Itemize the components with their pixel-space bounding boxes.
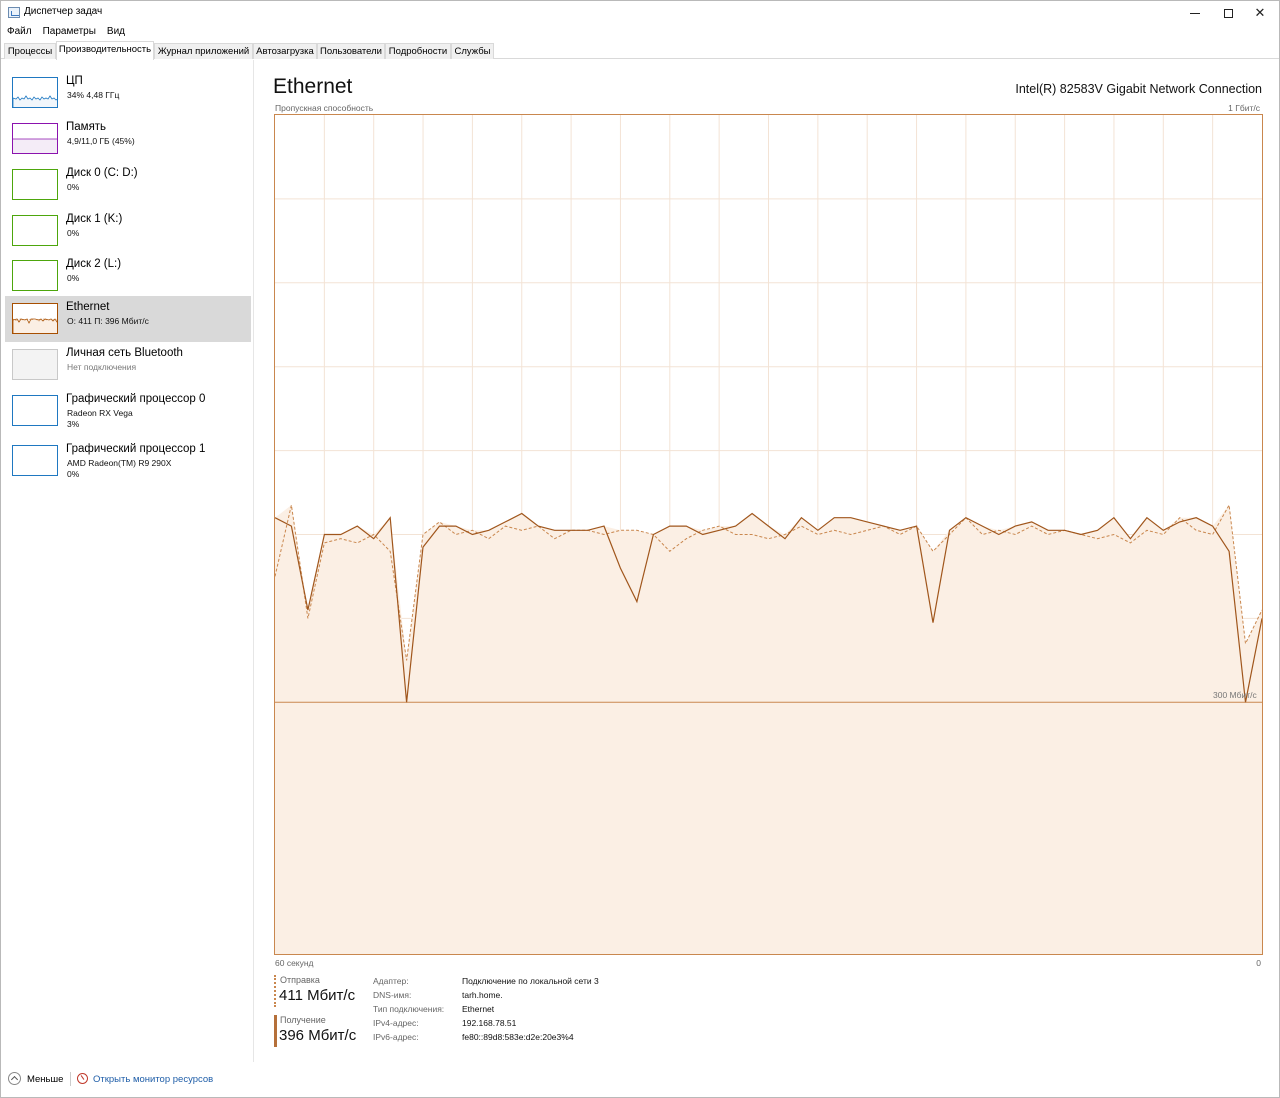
resource-monitor-icon[interactable]	[77, 1073, 88, 1084]
resource-detail: 0%	[67, 228, 80, 238]
maximize-icon	[1223, 8, 1233, 18]
disk-thumbnail	[12, 215, 58, 246]
performance-detail: Ethernet Intel(R) 82583V Gigabit Network…	[255, 60, 1279, 1062]
close-icon: ✕	[1254, 5, 1266, 20]
send-stat: Отправка 411 Мбит/с	[274, 975, 374, 1007]
resource-disk-1[interactable]: Диск 1 (K:) 0%	[5, 208, 251, 254]
window-title: Диспетчер задач	[24, 6, 103, 17]
gpu-thumbnail	[12, 445, 58, 476]
throughput-graph	[274, 114, 1263, 955]
close-button[interactable]: ✕	[1241, 1, 1279, 25]
resource-detail: 0%	[67, 182, 80, 192]
send-label: Отправка	[280, 975, 320, 985]
footer-divider	[70, 1072, 71, 1086]
cpu-thumbnail	[12, 77, 58, 108]
resource-name: Личная сеть Bluetooth	[66, 347, 183, 359]
dns-value: tarh.home.	[462, 990, 503, 1000]
reference-line-label: 300 Мбит/с	[1213, 690, 1257, 700]
menu-view[interactable]: Вид	[101, 25, 130, 41]
dns-label: DNS-имя:	[373, 990, 412, 1000]
tab-performance[interactable]: Производительность	[56, 41, 154, 60]
resource-name: Память	[66, 121, 107, 133]
menu-options[interactable]: Параметры	[37, 25, 101, 41]
resource-detail: Нет подключения	[67, 362, 137, 372]
footer-bar: Меньше Открыть монитор ресурсов	[1, 1062, 1279, 1097]
resource-ethernet[interactable]: Ethernet О: 411 П: 396 Мбит/с	[5, 296, 251, 342]
open-resource-monitor-link[interactable]: Открыть монитор ресурсов	[93, 1074, 213, 1085]
receive-label: Получение	[280, 1015, 326, 1025]
tab-startup[interactable]: Автозагрузка	[253, 43, 317, 59]
resource-memory[interactable]: Память 4,9/11,0 ГБ (45%)	[5, 116, 251, 162]
throughput-chart	[275, 115, 1262, 954]
ethernet-thumbnail	[12, 303, 58, 334]
ipv6-label: IPv6-адрес:	[373, 1032, 419, 1042]
task-manager-icon	[8, 7, 20, 18]
resource-detail: О: 411 П: 396 Мбит/с	[67, 316, 149, 326]
resource-name: Графический процессор 0	[66, 393, 206, 405]
title-bar: Диспетчер задач ✕	[1, 1, 1279, 25]
connection-type-label: Тип подключения:	[373, 1004, 445, 1014]
resource-name: Диск 1 (K:)	[66, 213, 123, 225]
disk-thumbnail	[12, 169, 58, 200]
ipv6-value: fe80::89d8:583e:d2e:20e3%4	[462, 1032, 574, 1042]
connection-type-value: Ethernet	[462, 1004, 495, 1014]
adapter-name: Intel(R) 82583V Gigabit Network Connecti…	[1015, 82, 1262, 96]
resource-cpu[interactable]: ЦП 34% 4,48 ГГц	[5, 70, 251, 116]
tab-users[interactable]: Пользователи	[317, 43, 385, 59]
resource-usage: 3%	[67, 419, 80, 429]
resource-disk-0[interactable]: Диск 0 (C: D:) 0%	[5, 162, 251, 208]
receive-value: 396 Мбит/с	[279, 1027, 357, 1044]
resource-usage: 0%	[67, 469, 80, 479]
menu-file[interactable]: Файл	[1, 25, 37, 41]
capacity-label: Пропускная способность	[275, 103, 374, 113]
tab-strip: Процессы Производительность Журнал прило…	[1, 41, 1279, 60]
tab-details[interactable]: Подробности	[385, 43, 451, 59]
memory-thumbnail	[12, 123, 58, 154]
resource-name: Ethernet	[66, 301, 110, 313]
adapter-value: Подключение по локальной сети 3	[462, 976, 599, 986]
page-title: Ethernet	[273, 75, 353, 98]
resource-list: ЦП 34% 4,48 ГГц Память 4,9/11,0 ГБ (45%)…	[1, 60, 254, 1062]
resource-name: Диск 2 (L:)	[66, 258, 122, 270]
ipv4-label: IPv4-адрес:	[373, 1018, 419, 1028]
resource-name: ЦП	[66, 75, 83, 87]
resource-disk-2[interactable]: Диск 2 (L:) 0%	[5, 253, 251, 299]
gpu-thumbnail	[12, 395, 58, 426]
receive-stat: Получение 396 Мбит/с	[274, 1015, 374, 1047]
fewer-details-link[interactable]: Меньше	[27, 1074, 63, 1085]
ipv4-value: 192.168.78.51	[462, 1018, 517, 1028]
task-manager-window: Диспетчер задач ✕ Файл Параметры Вид Про…	[0, 0, 1280, 1098]
resource-detail: Radeon RX Vega	[67, 408, 133, 418]
send-legend-marker	[274, 975, 277, 1007]
resource-bluetooth[interactable]: Личная сеть Bluetooth Нет подключения	[5, 342, 251, 388]
resource-name: Диск 0 (C: D:)	[66, 167, 138, 179]
throughput-area	[275, 505, 1262, 954]
time-axis-end: 0	[1256, 958, 1261, 968]
minimize-icon	[1190, 12, 1200, 14]
resource-gpu-0[interactable]: Графический процессор 0 Radeon RX Vega 3…	[5, 388, 251, 438]
capacity-max: 1 Гбит/с	[1228, 103, 1260, 113]
resource-detail: 34% 4,48 ГГц	[67, 90, 120, 100]
resource-detail: 4,9/11,0 ГБ (45%)	[67, 136, 135, 146]
tab-app-history[interactable]: Журнал приложений	[154, 43, 253, 59]
disk-thumbnail	[12, 260, 58, 291]
send-value: 411 Мбит/с	[279, 987, 356, 1004]
tab-services[interactable]: Службы	[451, 43, 494, 59]
resource-detail: 0%	[67, 273, 80, 283]
receive-legend-marker	[274, 1015, 277, 1047]
bluetooth-thumbnail	[12, 349, 58, 380]
time-axis-start: 60 секунд	[275, 958, 314, 968]
resource-detail: AMD Radeon(TM) R9 290X	[67, 458, 172, 468]
menu-bar: Файл Параметры Вид	[1, 25, 130, 41]
resource-name: Графический процессор 1	[66, 443, 206, 455]
tab-processes[interactable]: Процессы	[4, 43, 56, 59]
collapse-chevron-icon[interactable]	[8, 1072, 21, 1085]
resource-gpu-1[interactable]: Графический процессор 1 AMD Radeon(TM) R…	[5, 438, 251, 488]
adapter-label: Адаптер:	[373, 976, 409, 986]
